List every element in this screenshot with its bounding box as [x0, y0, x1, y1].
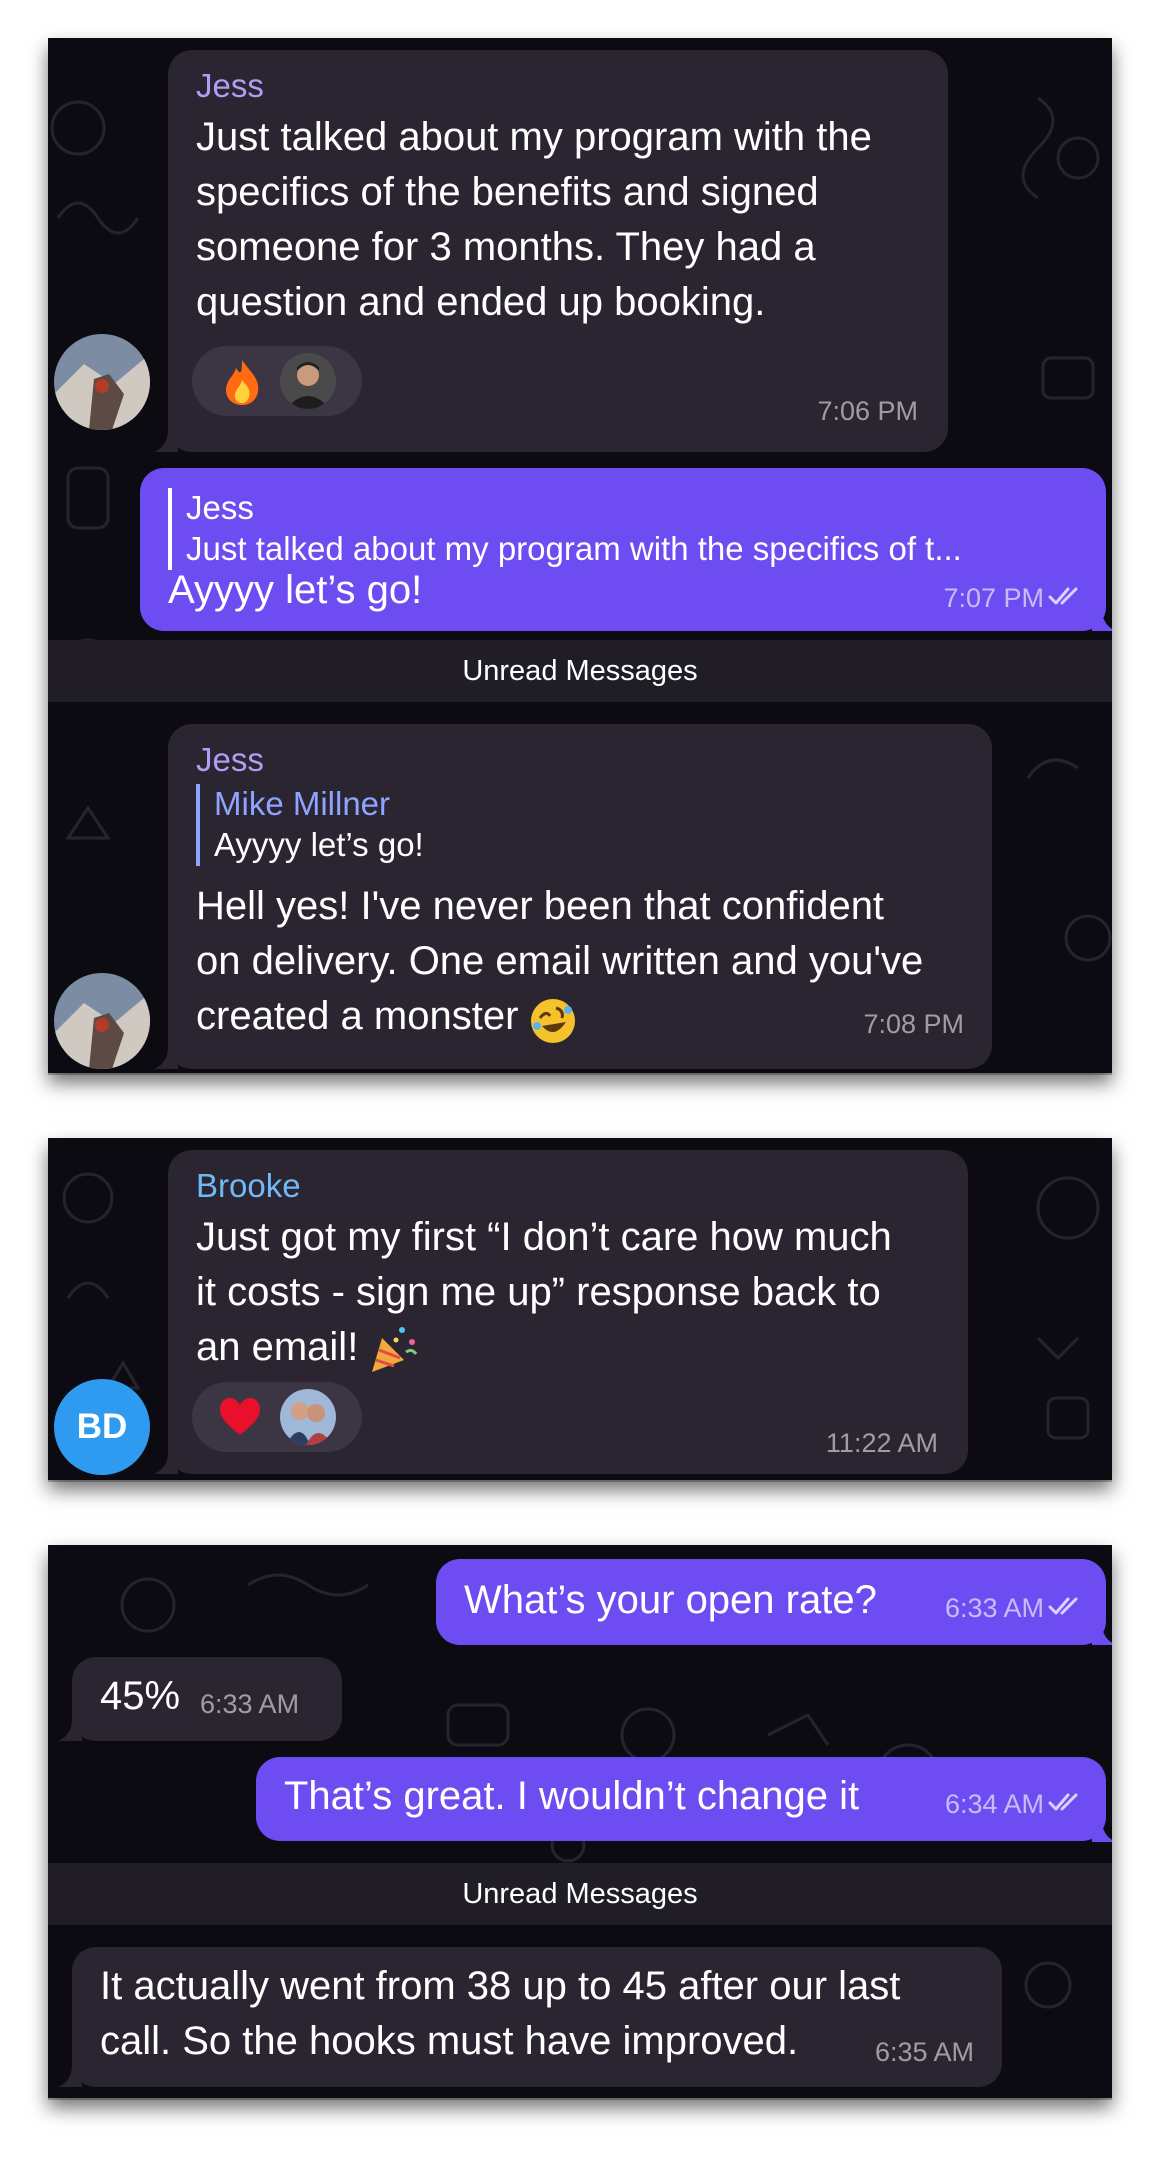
fire-emoji-icon — [226, 360, 259, 405]
reply-quote[interactable]: Mike Millner Ayyyy let’s go! — [196, 784, 424, 866]
message-time: 11:22 AM — [825, 1428, 938, 1458]
message-line: on delivery. One email written and you'v… — [196, 939, 924, 983]
brooke-avatar[interactable]: BD — [54, 1379, 150, 1475]
reactor-avatar — [280, 353, 336, 409]
message-bubble-outgoing-1[interactable]: Jess Just talked about my program with t… — [140, 468, 1106, 631]
message-text: 45% — [100, 1674, 181, 1718]
reply-snippet: Ayyyy let’s go! — [214, 826, 424, 863]
reply-sender-name: Mike Millner — [214, 785, 391, 822]
jess-avatar[interactable] — [54, 973, 150, 1069]
message-bubble-brooke[interactable]: Brooke Just got my first “I don’t care h… — [168, 1150, 968, 1474]
message-line: someone for 3 months. They had a — [196, 225, 816, 269]
message-time: 7:08 PM — [863, 1009, 964, 1039]
reactor-avatar — [280, 1389, 336, 1445]
message-text: What’s your open rate? — [464, 1578, 877, 1622]
message-bubble-jess-2[interactable]: Jess Mike Millner Ayyyy let’s go! Hell y… — [168, 724, 992, 1069]
message-bubble-outgoing-3[interactable]: That’s great. I wouldn’t change it 6:34 … — [256, 1757, 1106, 1841]
chat-panel-1: Jess Just talked about my program with t… — [48, 38, 1112, 1073]
message-bubble-incoming-2[interactable]: It actually went from 38 up to 45 after … — [72, 1947, 1002, 2087]
reply-quote[interactable]: Jess Just talked about my program with t… — [168, 488, 962, 570]
red-heart-emoji-icon — [220, 1398, 260, 1435]
message-bubble-outgoing-2[interactable]: What’s your open rate? 6:33 AM — [436, 1559, 1106, 1645]
message-line: It actually went from 38 up to 45 after … — [100, 1964, 901, 2008]
reaction-pill[interactable] — [192, 1382, 362, 1452]
rolling-laughing-emoji-icon — [531, 999, 575, 1043]
double-check-icon — [1048, 587, 1078, 605]
party-popper-emoji-icon — [372, 1327, 418, 1372]
double-check-icon — [1048, 1597, 1078, 1615]
sender-name: Jess — [196, 741, 264, 778]
message-line: it costs - sign me up” response back to — [196, 1270, 881, 1314]
message-line: specifics of the benefits and signed — [196, 170, 819, 214]
message-time: 6:33 AM — [944, 1593, 1044, 1623]
reaction-pill[interactable] — [192, 346, 362, 416]
message-line: Just talked about my program with the — [196, 115, 872, 159]
message-bubble-jess-1[interactable]: Jess Just talked about my program with t… — [168, 50, 948, 452]
message-line: call. So the hooks must have improved. — [100, 2019, 799, 2063]
message-time: 6:33 AM — [200, 1689, 300, 1719]
message-text: Ayyyy let’s go! — [168, 568, 423, 612]
message-line: Just got my first “I don’t care how much — [196, 1215, 892, 1259]
message-line: created a monster — [196, 994, 519, 1038]
message-line: an email! — [196, 1325, 359, 1369]
message-time: 7:06 PM — [817, 396, 918, 426]
double-check-icon — [1048, 1793, 1078, 1811]
sender-name: Brooke — [196, 1167, 301, 1204]
jess-avatar[interactable] — [54, 334, 150, 430]
sender-name: Jess — [196, 67, 264, 104]
message-time: 6:34 AM — [944, 1789, 1044, 1819]
message-line: Hell yes! I've never been that confident — [196, 884, 885, 928]
unread-messages-divider: Unread Messages — [48, 640, 1112, 702]
unread-messages-divider: Unread Messages — [48, 1863, 1112, 1925]
chat-panel-2: BD Brooke Just got my first “I don’t car… — [48, 1138, 1112, 1480]
message-line: question and ended up booking. — [196, 280, 766, 324]
message-text: That’s great. I wouldn’t change it — [284, 1774, 860, 1818]
chat-panel-3: What’s your open rate? 6:33 AM 45% 6:33 … — [48, 1545, 1112, 2098]
message-time: 6:35 AM — [874, 2037, 974, 2067]
reply-sender-name: Jess — [186, 489, 254, 526]
message-bubble-incoming-45[interactable]: 45% 6:33 AM — [72, 1657, 342, 1741]
message-time: 7:07 PM — [943, 583, 1044, 613]
